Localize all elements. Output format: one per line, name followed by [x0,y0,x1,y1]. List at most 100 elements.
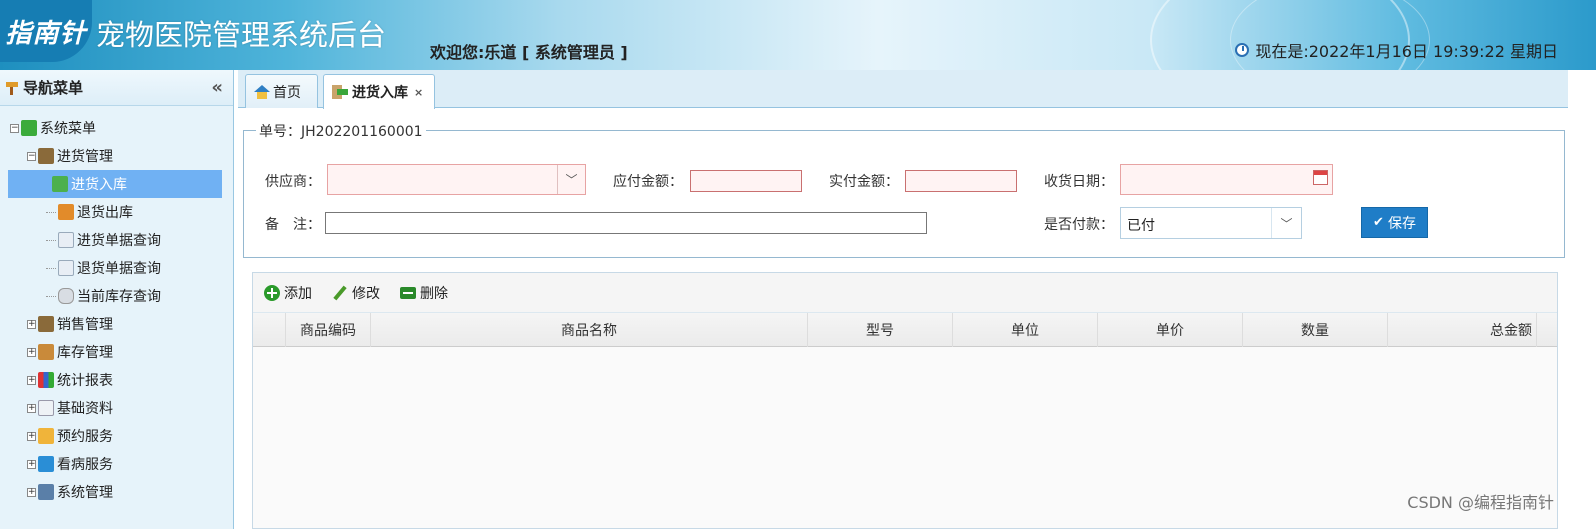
add-icon [264,284,280,301]
expand-toggle-icon[interactable]: + [27,431,36,441]
expand-toggle-icon[interactable]: + [27,319,36,329]
order-number: 单号：JH202201160001 [256,121,426,141]
sidebar-item-system[interactable]: + 系统管理 [0,478,234,506]
save-button[interactable]: ✔ 保存 [1361,207,1428,238]
sidebar-item-label: 看病服务 [57,457,113,473]
add-button-label: 添加 [284,285,312,302]
app-header: 指南针 宠物医院管理系统后台 欢迎您:乐道 [ 系统管理员 ] 现在是:2022… [0,0,1596,70]
column-header[interactable]: 单价 [1098,313,1243,347]
expand-toggle-icon[interactable]: + [27,347,36,357]
is-paid-value: 已付 [1127,218,1155,234]
document-search-icon [58,260,74,276]
payable-label: 应付金额： [613,174,683,190]
supplier-combobox[interactable]: ﹀ [327,164,586,195]
sidebar-item-treatment[interactable]: + 看病服务 [0,450,234,478]
close-icon[interactable]: × [414,86,423,99]
edit-button-label: 修改 [352,285,380,302]
chevron-down-icon[interactable]: ﹀ [1271,208,1301,238]
column-header[interactable]: 型号 [808,313,953,347]
is-paid-select[interactable]: 已付 ﹀ [1120,207,1302,239]
expand-toggle-icon[interactable]: + [27,487,36,497]
clock-icon [1235,43,1250,57]
tab-label: 进货入库 [352,85,408,101]
logo-text: 指南针 [5,18,87,49]
add-button[interactable]: 添加 [264,283,312,303]
column-header[interactable]: 单位 [953,313,1098,347]
calendar-icon[interactable] [1313,170,1328,185]
sidebar-item-label: 系统管理 [57,485,113,501]
tab-purchase-in[interactable]: 进货入库 × [323,74,435,109]
sidebar-item-label: 退货单据查询 [77,261,161,277]
column-header[interactable]: 商品编码 [286,313,371,347]
tree-root-label: 系统菜单 [40,121,96,137]
sidebar-item-purchase-query[interactable]: 进货单据查询 [0,226,234,254]
column-header[interactable]: 总金额 [1388,313,1537,347]
import-icon [52,176,68,192]
sidebar-item-return-out[interactable]: 退货出库 [0,198,234,226]
goods-grid: 添加 修改 删除 商品编码 商品名称 型号 单位 单价 数量 总金额 [252,272,1558,529]
grid-header: 商品编码 商品名称 型号 单位 单价 数量 总金额 [253,313,1557,347]
grid-toolbar: 添加 修改 删除 [253,273,1557,313]
remark-input[interactable] [325,212,927,234]
collapse-toggle-icon[interactable]: − [10,123,19,133]
puzzle-icon [21,120,37,136]
home-icon [254,84,270,99]
sidebar-item-label: 预约服务 [57,429,113,445]
sidebar-item-inventory[interactable]: + 库存管理 [0,338,234,366]
sidebar-item-purchase-in[interactable]: 进货入库 [8,170,222,198]
medical-cross-icon [38,456,54,472]
import-icon [332,85,348,99]
app-title: 宠物医院管理系统后台 [96,18,387,52]
sidebar-item-reports[interactable]: + 统计报表 [0,366,234,394]
sidebar-item-return-query[interactable]: 退货单据查询 [0,254,234,282]
collapse-icon[interactable]: « [211,77,223,98]
sidebar-item-label: 销售管理 [57,317,113,333]
sidebar-item-label: 基础资料 [57,401,113,417]
signpost-icon [4,81,20,95]
payable-amount-input[interactable] [690,170,802,192]
sidebar-item-stock-query[interactable]: 当前库存查询 [0,282,234,310]
delete-button[interactable]: 删除 [400,283,448,303]
sidebar-item-label: 库存管理 [57,345,113,361]
sidebar-item-basic-data[interactable]: + 基础资料 [0,394,234,422]
database-icon [58,288,74,304]
row-number-header [253,313,286,347]
chevron-down-icon[interactable]: ﹀ [557,165,585,194]
tree-root[interactable]: − 系统菜单 [0,114,234,142]
document-icon [38,400,54,416]
sidebar-item-label: 统计报表 [57,373,113,389]
sidebar-header: 导航菜单 « [0,70,233,106]
column-header[interactable]: 数量 [1243,313,1388,347]
remove-icon [400,286,416,299]
edit-button[interactable]: 修改 [332,283,380,303]
pencil-icon [332,285,348,301]
remark-label: 备 注： [265,217,321,233]
expand-toggle-icon[interactable]: + [27,403,36,413]
receive-date-label: 收货日期： [1044,174,1114,190]
expand-toggle-icon[interactable]: + [27,375,36,385]
tab-home[interactable]: 首页 [245,74,318,108]
column-header[interactable]: 商品名称 [371,313,808,347]
calendar-icon [38,428,54,444]
door-icon [38,148,54,164]
sidebar-item-label: 进货管理 [57,149,113,165]
expand-toggle-icon[interactable]: + [27,459,36,469]
sidebar-item-appointment[interactable]: + 预约服务 [0,422,234,450]
is-paid-label: 是否付款： [1044,217,1114,233]
supplier-label: 供应商： [265,174,321,190]
collapse-toggle-icon[interactable]: − [27,151,36,161]
order-form: 单号：JH202201160001 供应商： ﹀ 应付金额： 实付金额： 收货日… [243,121,1565,258]
document-search-icon [58,232,74,248]
check-icon: ✔ [1373,215,1384,230]
sidebar-item-label: 进货单据查询 [77,233,161,249]
receive-date-input[interactable] [1120,164,1333,195]
sidebar-item-label: 退货出库 [77,205,133,221]
save-button-label: 保存 [1387,215,1416,232]
sidebar-item-purchase[interactable]: − 进货管理 [0,142,234,170]
bar-chart-icon [38,372,54,388]
paid-label: 实付金额： [829,174,899,190]
paid-amount-input[interactable] [905,170,1017,192]
logo: 指南针 [0,0,92,62]
sidebar-item-sales[interactable]: + 销售管理 [0,310,234,338]
sidebar-item-label: 当前库存查询 [77,289,161,305]
